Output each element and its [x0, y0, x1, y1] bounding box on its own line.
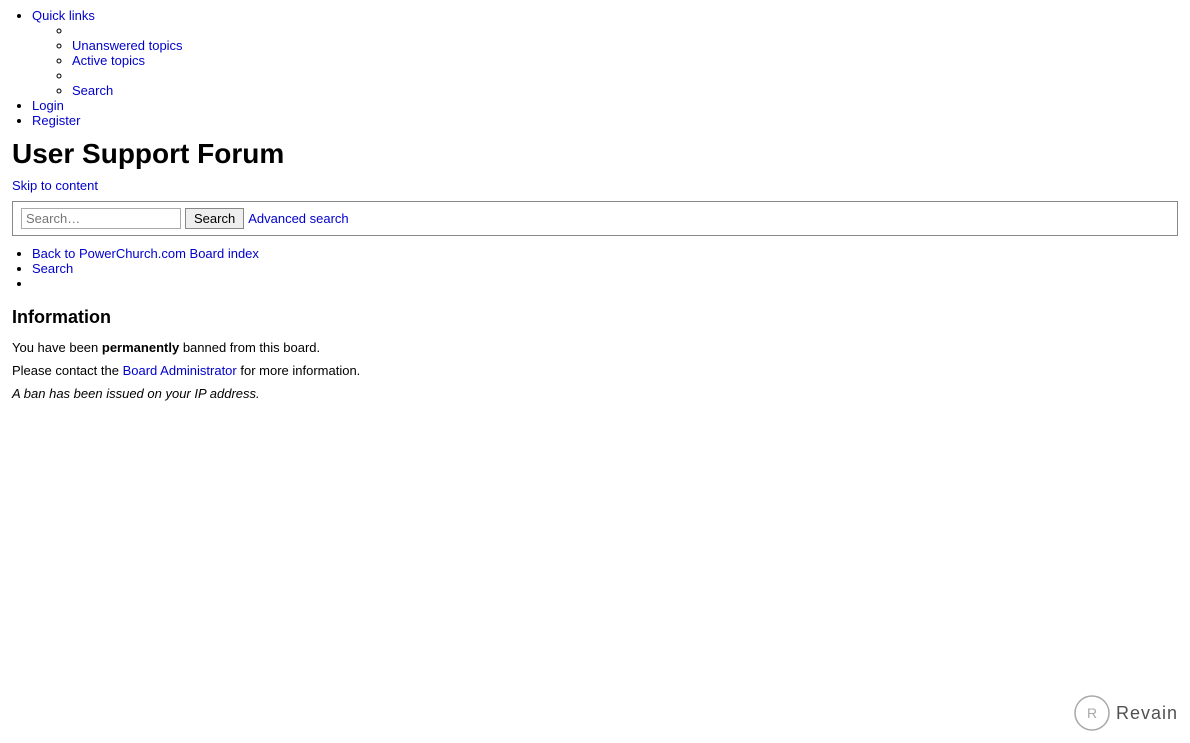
- quick-links-link[interactable]: Quick links: [32, 8, 95, 23]
- svg-text:R: R: [1087, 705, 1097, 721]
- revain-text: Revain: [1116, 703, 1178, 724]
- search-input[interactable]: [21, 208, 181, 229]
- search-button[interactable]: Search: [185, 208, 244, 229]
- site-title: User Support Forum: [12, 138, 1178, 170]
- unanswered-topics-link[interactable]: Unanswered topics: [72, 38, 183, 53]
- ban-message-bold: permanently: [102, 340, 179, 355]
- revain-logo-icon: R: [1074, 695, 1110, 731]
- login-link[interactable]: Login: [32, 98, 64, 113]
- search-bar: Search Advanced search: [12, 201, 1178, 236]
- board-administrator-link[interactable]: Board Administrator: [123, 363, 237, 378]
- revain-watermark: R Revain: [1074, 695, 1178, 731]
- quicklinks-search-link[interactable]: Search: [72, 83, 113, 98]
- register-link[interactable]: Register: [32, 113, 80, 128]
- back-to-powerchurch-link[interactable]: Back to PowerChurch.com: [32, 246, 186, 261]
- ban-message: You have been permanently banned from th…: [12, 340, 1178, 355]
- skip-to-content-link[interactable]: Skip to content: [12, 178, 1178, 193]
- search-breadcrumb-link[interactable]: Search: [32, 261, 73, 276]
- ban-message-end: banned from this board.: [179, 340, 320, 355]
- contact-message: Please contact the Board Administrator f…: [12, 363, 1178, 378]
- top-navigation: Quick links Unanswered topics Active top…: [12, 8, 1178, 128]
- section-title: Information: [12, 307, 1178, 328]
- board-index-link[interactable]: Board index: [190, 246, 259, 261]
- ban-message-start: You have been: [12, 340, 102, 355]
- contact-start: Please contact the: [12, 363, 123, 378]
- ip-ban-notice: A ban has been issued on your IP address…: [12, 386, 1178, 401]
- active-topics-link[interactable]: Active topics: [72, 53, 145, 68]
- advanced-search-link[interactable]: Advanced search: [248, 211, 348, 226]
- info-section: Information You have been permanently ba…: [12, 307, 1178, 401]
- contact-end: for more information.: [237, 363, 361, 378]
- breadcrumb: Back to PowerChurch.com Board index Sear…: [12, 246, 1178, 291]
